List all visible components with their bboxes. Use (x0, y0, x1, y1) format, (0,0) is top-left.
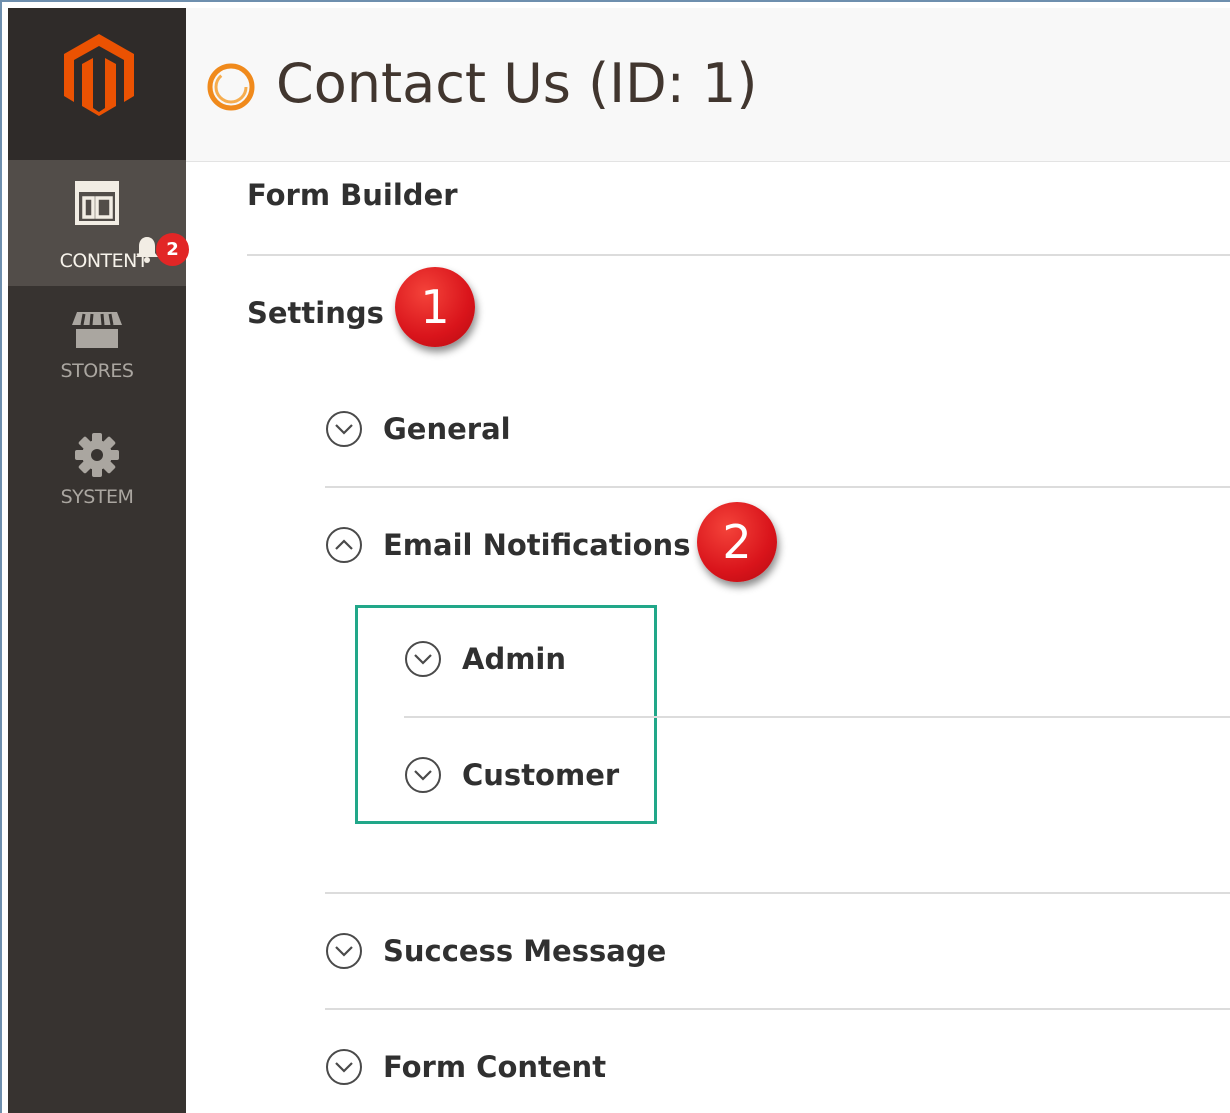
settings-heading[interactable]: Settings (247, 296, 384, 330)
divider (404, 716, 1230, 718)
sidebar-item-label: CONTENT (59, 250, 149, 272)
sidebar-item-label: STORES (60, 360, 134, 382)
sidebar-item-system[interactable]: SYSTEM (8, 432, 186, 508)
form-builder-heading[interactable]: Form Builder (247, 178, 458, 212)
divider (325, 1008, 1230, 1010)
notification-badge: 2 (156, 233, 189, 266)
callout-2: 2 (697, 502, 777, 582)
section-label: Success Message (383, 934, 667, 968)
section-label: Form Content (383, 1050, 607, 1084)
section-label: Admin (462, 642, 567, 676)
section-label: Email Notifications (383, 528, 691, 562)
chevron-down-icon (405, 641, 441, 677)
divider (247, 254, 1230, 256)
divider (325, 486, 1230, 488)
page-title: Contact Us (ID: 1) (276, 52, 758, 115)
chevron-down-icon (326, 411, 362, 447)
chevron-down-icon (326, 933, 362, 969)
layout-icon (75, 181, 119, 225)
loading-ring-icon (207, 63, 255, 111)
gear-icon (75, 433, 119, 477)
section-email-notifications[interactable]: Email Notifications (325, 526, 690, 564)
sidebar-item-stores[interactable]: STORES (8, 310, 186, 382)
divider (325, 892, 1230, 894)
page-header: Contact Us (ID: 1) (186, 8, 1230, 162)
magento-logo-icon (64, 34, 134, 116)
section-form-content[interactable]: Form Content (325, 1048, 606, 1086)
subsection-customer[interactable]: Customer (404, 756, 619, 794)
chevron-up-icon (326, 527, 362, 563)
section-label: General (383, 412, 511, 446)
callout-1: 1 (395, 267, 475, 347)
section-general[interactable]: General (325, 410, 511, 448)
chevron-down-icon (405, 757, 441, 793)
section-success-message[interactable]: Success Message (325, 932, 666, 970)
sidebar-item-label: SYSTEM (60, 486, 134, 508)
admin-sidebar: CONTENT 2 STORES SYSTEM (8, 8, 189, 1113)
store-icon (72, 312, 122, 348)
section-label: Customer (462, 758, 620, 792)
subsection-admin[interactable]: Admin (404, 640, 566, 678)
chevron-down-icon (326, 1049, 362, 1085)
sidebar-item-content[interactable]: CONTENT 2 (8, 160, 189, 286)
logo-area[interactable] (8, 8, 186, 160)
